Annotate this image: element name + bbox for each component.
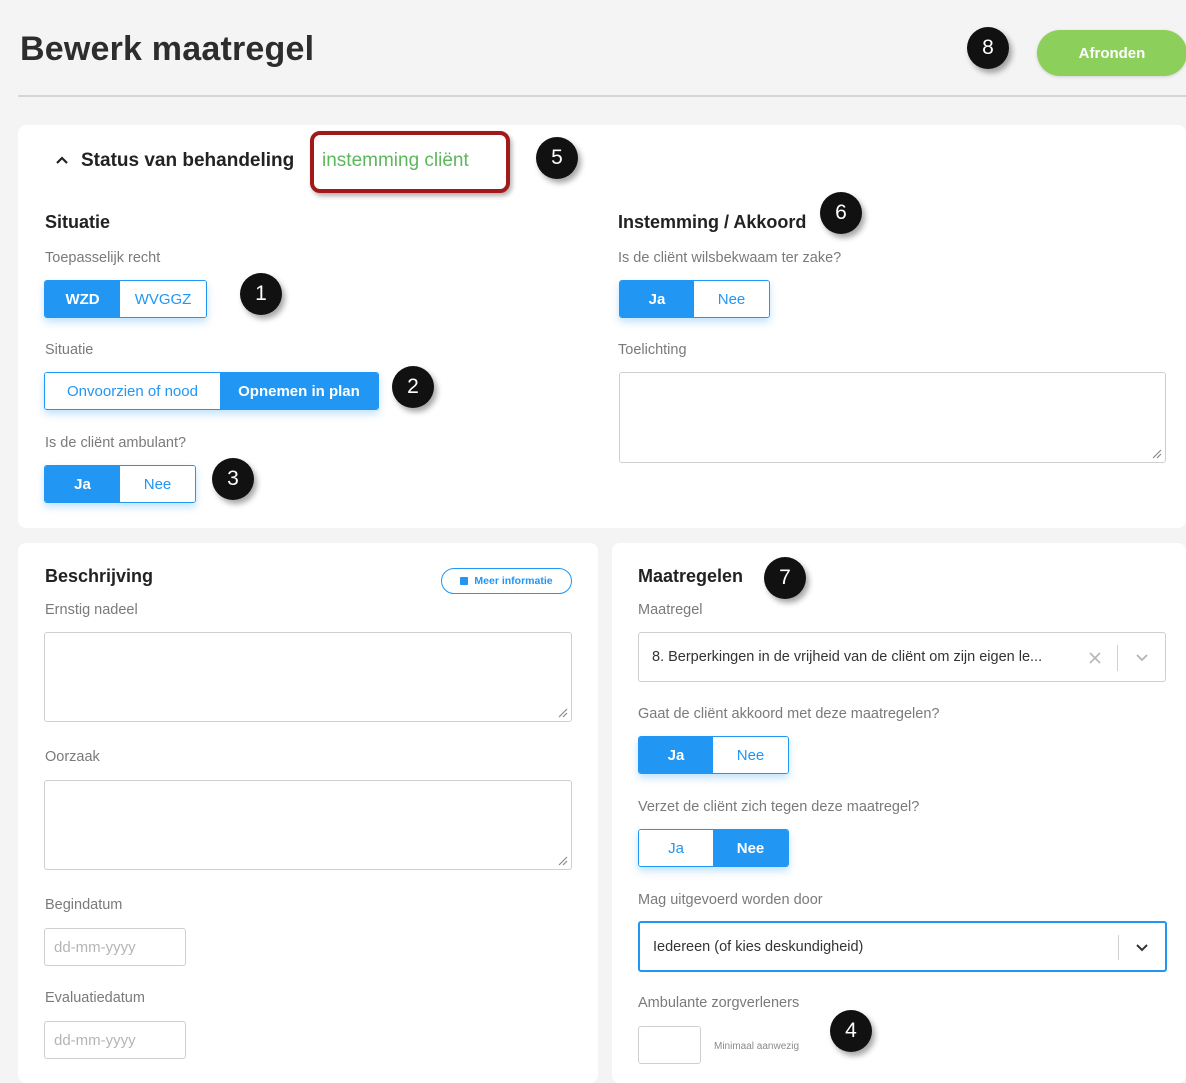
header-divider <box>18 95 1186 97</box>
more-info-button[interactable]: Meer informatie <box>441 568 572 594</box>
select-divider <box>1118 935 1119 960</box>
chevron-up-icon[interactable] <box>55 153 69 167</box>
recht-option-wzd[interactable]: WZD <box>45 281 121 317</box>
akkoord-option-ja[interactable]: Ja <box>639 737 713 773</box>
ambulant-option-nee[interactable]: Nee <box>120 466 195 502</box>
beschrijving-heading: Beschrijving <box>45 566 154 586</box>
evaluatie-input[interactable]: dd-mm-yyyy <box>44 1021 186 1059</box>
maatregel-select[interactable]: 8. Berperkingen in de vrijheid van de cl… <box>638 632 1166 682</box>
begindatum-input[interactable]: dd-mm-yyyy <box>44 928 186 966</box>
badge-6: 6 <box>820 192 862 234</box>
evaluatie-label: Evaluatiedatum <box>45 990 145 1006</box>
badge-2: 2 <box>392 366 434 408</box>
oorzaak-textarea[interactable] <box>44 780 572 870</box>
ambulant-toggle: Ja Nee <box>44 465 196 503</box>
recht-label: Toepasselijk recht <box>45 250 161 266</box>
akkoord-toggle: Ja Nee <box>638 736 789 774</box>
toelichting-textarea[interactable] <box>619 372 1166 463</box>
verzet-option-ja[interactable]: Ja <box>639 830 713 866</box>
resize-grip-icon[interactable] <box>1150 447 1162 459</box>
situatie-option-opnemen[interactable]: Opnemen in plan <box>219 373 378 409</box>
badge-7: 7 <box>764 557 806 599</box>
ernstig-textarea[interactable] <box>44 632 572 722</box>
instemming-heading: Instemming / Akkoord <box>618 212 807 232</box>
page-title: Bewerk maatregel <box>20 30 315 68</box>
resize-grip-icon[interactable] <box>556 706 568 718</box>
ambulante-label: Ambulante zorgverleners <box>638 995 800 1011</box>
maatregel-value: 8. Berperkingen in de vrijheid van de cl… <box>652 649 1043 665</box>
begindatum-label: Begindatum <box>45 897 123 913</box>
badge-3: 3 <box>212 458 254 500</box>
badge-5: 5 <box>536 137 578 179</box>
recht-option-wvggz[interactable]: WVGGZ <box>120 281 206 317</box>
ambulant-option-ja[interactable]: Ja <box>45 466 120 502</box>
uitgevoerd-value: Iedereen (of kies deskundigheid) <box>653 938 864 955</box>
wilsbekwaam-label: Is de cliënt wilsbekwaam ter zake? <box>618 250 842 266</box>
badge-4: 4 <box>830 1010 872 1052</box>
verzet-toggle: Ja Nee <box>638 829 789 867</box>
uitgevoerd-label: Mag uitgevoerd worden door <box>638 892 823 908</box>
wilsbekwaam-toggle: Ja Nee <box>619 280 770 318</box>
verzet-option-nee[interactable]: Nee <box>713 830 788 866</box>
chevron-down-icon[interactable] <box>1135 653 1149 663</box>
oorzaak-label: Oorzaak <box>45 749 100 765</box>
finish-button[interactable]: Afronden <box>1037 30 1186 76</box>
info-icon <box>460 577 469 585</box>
situatie-option-onvoorzien[interactable]: Onvoorzien of nood <box>45 373 220 409</box>
recht-toggle: WZD WVGGZ <box>44 280 207 318</box>
toelichting-label: Toelichting <box>618 342 687 358</box>
minimaal-label: Minimaal aanwezig <box>714 1041 800 1052</box>
badge-8: 8 <box>967 27 1009 69</box>
clear-icon[interactable] <box>1089 652 1101 664</box>
more-info-label: Meer informatie <box>474 575 553 587</box>
ambulant-label: Is de cliënt ambulant? <box>45 435 187 451</box>
akkoord-option-nee[interactable]: Nee <box>713 737 788 773</box>
resize-grip-icon[interactable] <box>556 854 568 866</box>
status-label: Status van behandeling <box>81 150 295 171</box>
uitgevoerd-select[interactable]: Iedereen (of kies deskundigheid) <box>638 921 1167 972</box>
situatie-toggle: Onvoorzien of nood Opnemen in plan <box>44 372 379 410</box>
maatregelen-heading: Maatregelen <box>638 566 744 586</box>
select-divider <box>1117 645 1118 671</box>
situatie-label: Situatie <box>45 342 94 358</box>
verzet-label: Verzet de cliënt zich tegen deze maatreg… <box>638 799 920 815</box>
akkoord-label: Gaat de cliënt akkoord met deze maatrege… <box>638 706 940 722</box>
situatie-heading: Situatie <box>45 212 111 232</box>
ernstig-label: Ernstig nadeel <box>45 602 138 618</box>
ambulante-input[interactable] <box>638 1026 701 1064</box>
wilsbekwaam-option-nee[interactable]: Nee <box>694 281 769 317</box>
status-value: instemming cliënt <box>322 150 469 171</box>
maatregel-label: Maatregel <box>638 602 703 618</box>
chevron-down-icon[interactable] <box>1135 943 1149 953</box>
wilsbekwaam-option-ja[interactable]: Ja <box>620 281 694 317</box>
badge-1: 1 <box>240 273 282 315</box>
